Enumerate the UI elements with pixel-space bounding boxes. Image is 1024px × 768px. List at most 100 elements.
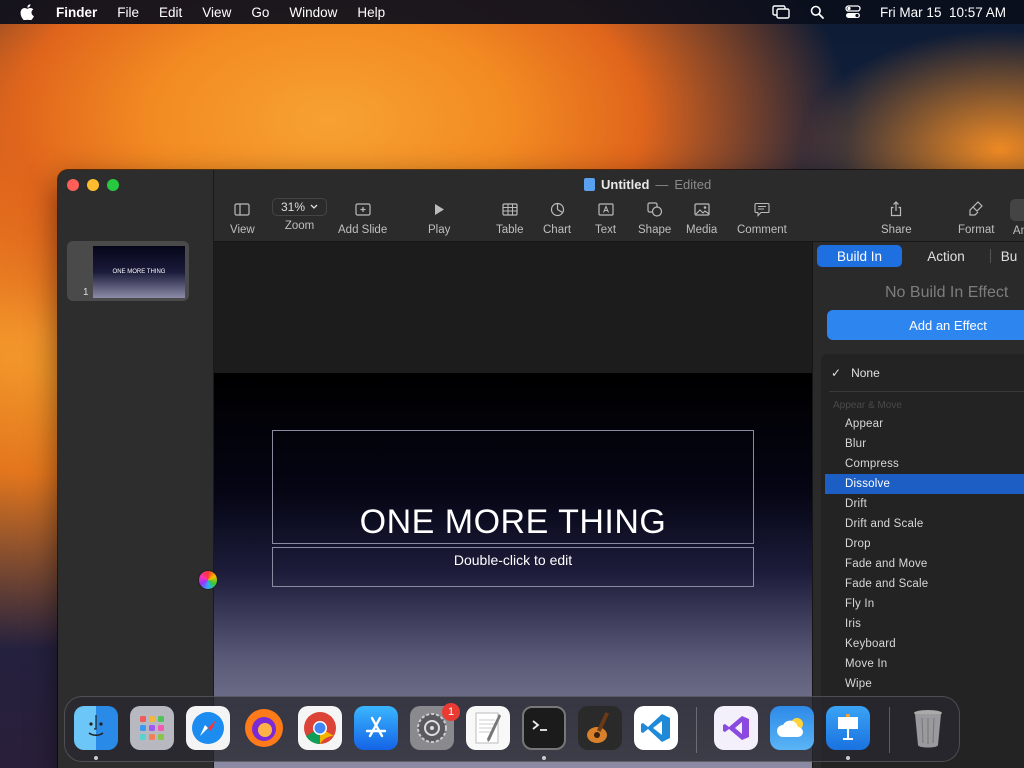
effect-item-label: Compress bbox=[845, 458, 900, 470]
effect-item[interactable]: Fade and Move bbox=[825, 554, 1024, 574]
app-store-icon[interactable] bbox=[354, 706, 398, 750]
document-status: Edited bbox=[674, 177, 712, 192]
media-button[interactable]: Media bbox=[686, 200, 717, 236]
effect-item[interactable]: DissolveP bbox=[825, 474, 1024, 494]
minimize-button[interactable] bbox=[87, 179, 99, 191]
animate-inspector: Build In Action Bu No Build In Effect Ad… bbox=[812, 242, 1024, 768]
textedit-icon[interactable] bbox=[466, 706, 510, 750]
safari-icon[interactable] bbox=[186, 706, 230, 750]
visual-studio-icon[interactable] bbox=[714, 706, 758, 750]
comment-button[interactable]: Comment bbox=[737, 200, 787, 236]
menu-app-name[interactable]: Finder bbox=[56, 5, 97, 20]
screen-mirroring-icon[interactable] bbox=[772, 4, 790, 20]
document-title[interactable]: Untitled — Edited bbox=[584, 177, 711, 192]
keynote-doc-icon bbox=[584, 178, 595, 191]
keynote-icon[interactable] bbox=[826, 706, 870, 750]
running-indicator bbox=[846, 756, 850, 760]
effect-item[interactable]: Drift and Scale bbox=[825, 514, 1024, 534]
media-label: Media bbox=[686, 224, 718, 236]
zoom-button[interactable] bbox=[107, 179, 119, 191]
zoom-control[interactable]: 31% Zoom bbox=[272, 198, 328, 232]
finder-icon[interactable] bbox=[74, 706, 118, 750]
effect-item[interactable]: Move In bbox=[825, 654, 1024, 674]
effect-item[interactable]: Keyboard bbox=[825, 634, 1024, 654]
shape-label: Shape bbox=[638, 224, 672, 236]
weather-icon[interactable] bbox=[770, 706, 814, 750]
text-button[interactable]: Text bbox=[595, 200, 616, 236]
launchpad-icon[interactable] bbox=[130, 706, 174, 750]
firefox-icon[interactable] bbox=[242, 706, 286, 750]
terminal-icon[interactable] bbox=[522, 706, 566, 750]
menubar-clock[interactable]: Fri Mar 15 10:57 AM bbox=[880, 5, 1006, 20]
table-button[interactable]: Table bbox=[496, 200, 524, 236]
zoom-label: Zoom bbox=[284, 220, 315, 232]
slide-thumbnail-1[interactable]: 1 ONE MORE THING bbox=[67, 241, 189, 301]
tab-build-out[interactable]: Bu bbox=[991, 245, 1024, 267]
chevron-down-icon bbox=[310, 204, 318, 209]
effect-item[interactable]: Drift bbox=[825, 494, 1024, 514]
effect-item-label: Wipe bbox=[845, 678, 873, 690]
effect-item-label: Fade and Scale bbox=[845, 578, 929, 590]
chart-icon bbox=[550, 200, 565, 218]
add-slide-button[interactable]: Add Slide bbox=[338, 200, 387, 236]
comment-label: Comment bbox=[737, 224, 787, 236]
tab-action[interactable]: Action bbox=[902, 245, 990, 267]
chrome-icon[interactable] bbox=[298, 706, 342, 750]
chart-label: Chart bbox=[543, 224, 572, 236]
effect-item-label: Fly In bbox=[845, 598, 875, 610]
effect-none[interactable]: ✓ None bbox=[831, 366, 880, 380]
zoom-value: 31% bbox=[281, 200, 306, 214]
menu-edit[interactable]: Edit bbox=[159, 5, 182, 20]
shape-button[interactable]: Shape bbox=[638, 200, 671, 236]
effect-item[interactable]: Compress bbox=[825, 454, 1024, 474]
play-button[interactable]: Play bbox=[428, 200, 450, 236]
title-placeholder[interactable]: ONE MORE THING bbox=[272, 430, 754, 544]
effect-item-label: Appear bbox=[845, 418, 884, 430]
play-icon bbox=[433, 200, 445, 218]
subtitle-placeholder[interactable]: Double-click to edit bbox=[272, 547, 754, 587]
effect-none-label: None bbox=[851, 366, 880, 380]
window-controls bbox=[67, 179, 119, 191]
control-center-icon[interactable] bbox=[844, 4, 862, 20]
slide-thumbnail-title: ONE MORE THING bbox=[112, 269, 166, 275]
document-name: Untitled bbox=[601, 177, 650, 192]
effect-item[interactable]: Iris bbox=[825, 614, 1024, 634]
vscode-icon[interactable] bbox=[634, 706, 678, 750]
effect-item[interactable]: Fly In bbox=[825, 594, 1024, 614]
effect-item-label: Drift bbox=[845, 498, 868, 510]
effect-item-label: Move In bbox=[845, 658, 888, 670]
format-button[interactable]: Format bbox=[958, 200, 994, 236]
sidebar-icon bbox=[234, 200, 250, 218]
tab-build-in[interactable]: Build In bbox=[817, 245, 902, 267]
add-slide-label: Add Slide bbox=[338, 224, 388, 236]
close-button[interactable] bbox=[67, 179, 79, 191]
apple-menu-icon[interactable] bbox=[17, 2, 37, 22]
effect-item[interactable]: Fade and Scale bbox=[825, 574, 1024, 594]
menu-file[interactable]: File bbox=[117, 5, 139, 20]
view-button[interactable]: View bbox=[230, 200, 255, 236]
effect-item-label: Keyboard bbox=[845, 638, 896, 650]
chart-button[interactable]: Chart bbox=[543, 200, 571, 236]
checkmark-icon: ✓ bbox=[831, 366, 842, 380]
menu-bar: Finder File Edit View Go Window Help Fri… bbox=[0, 0, 1024, 24]
menu-help[interactable]: Help bbox=[357, 5, 385, 20]
effect-item[interactable]: Drop bbox=[825, 534, 1024, 554]
system-settings-icon[interactable]: 1 bbox=[410, 703, 460, 750]
trash-icon[interactable] bbox=[906, 706, 950, 750]
share-button[interactable]: Share bbox=[881, 200, 912, 236]
menu-go[interactable]: Go bbox=[251, 5, 269, 20]
slide-navigator: 1 ONE MORE THING bbox=[58, 170, 214, 768]
effect-item-label: Dissolve bbox=[845, 478, 891, 490]
garageband-icon[interactable] bbox=[578, 706, 622, 750]
menu-view[interactable]: View bbox=[202, 5, 231, 20]
color-picker-icon[interactable] bbox=[198, 570, 218, 590]
effect-item[interactable]: Blur bbox=[825, 434, 1024, 454]
search-icon[interactable] bbox=[808, 4, 826, 20]
menu-window[interactable]: Window bbox=[289, 5, 337, 20]
share-label: Share bbox=[881, 224, 912, 236]
effect-item[interactable]: Appear bbox=[825, 414, 1024, 434]
add-effect-button[interactable]: Add an Effect bbox=[827, 310, 1024, 340]
effect-item[interactable]: Wipe bbox=[825, 674, 1024, 694]
animate-button[interactable]: Animate bbox=[1010, 199, 1024, 237]
zoom-select[interactable]: 31% bbox=[272, 198, 328, 216]
